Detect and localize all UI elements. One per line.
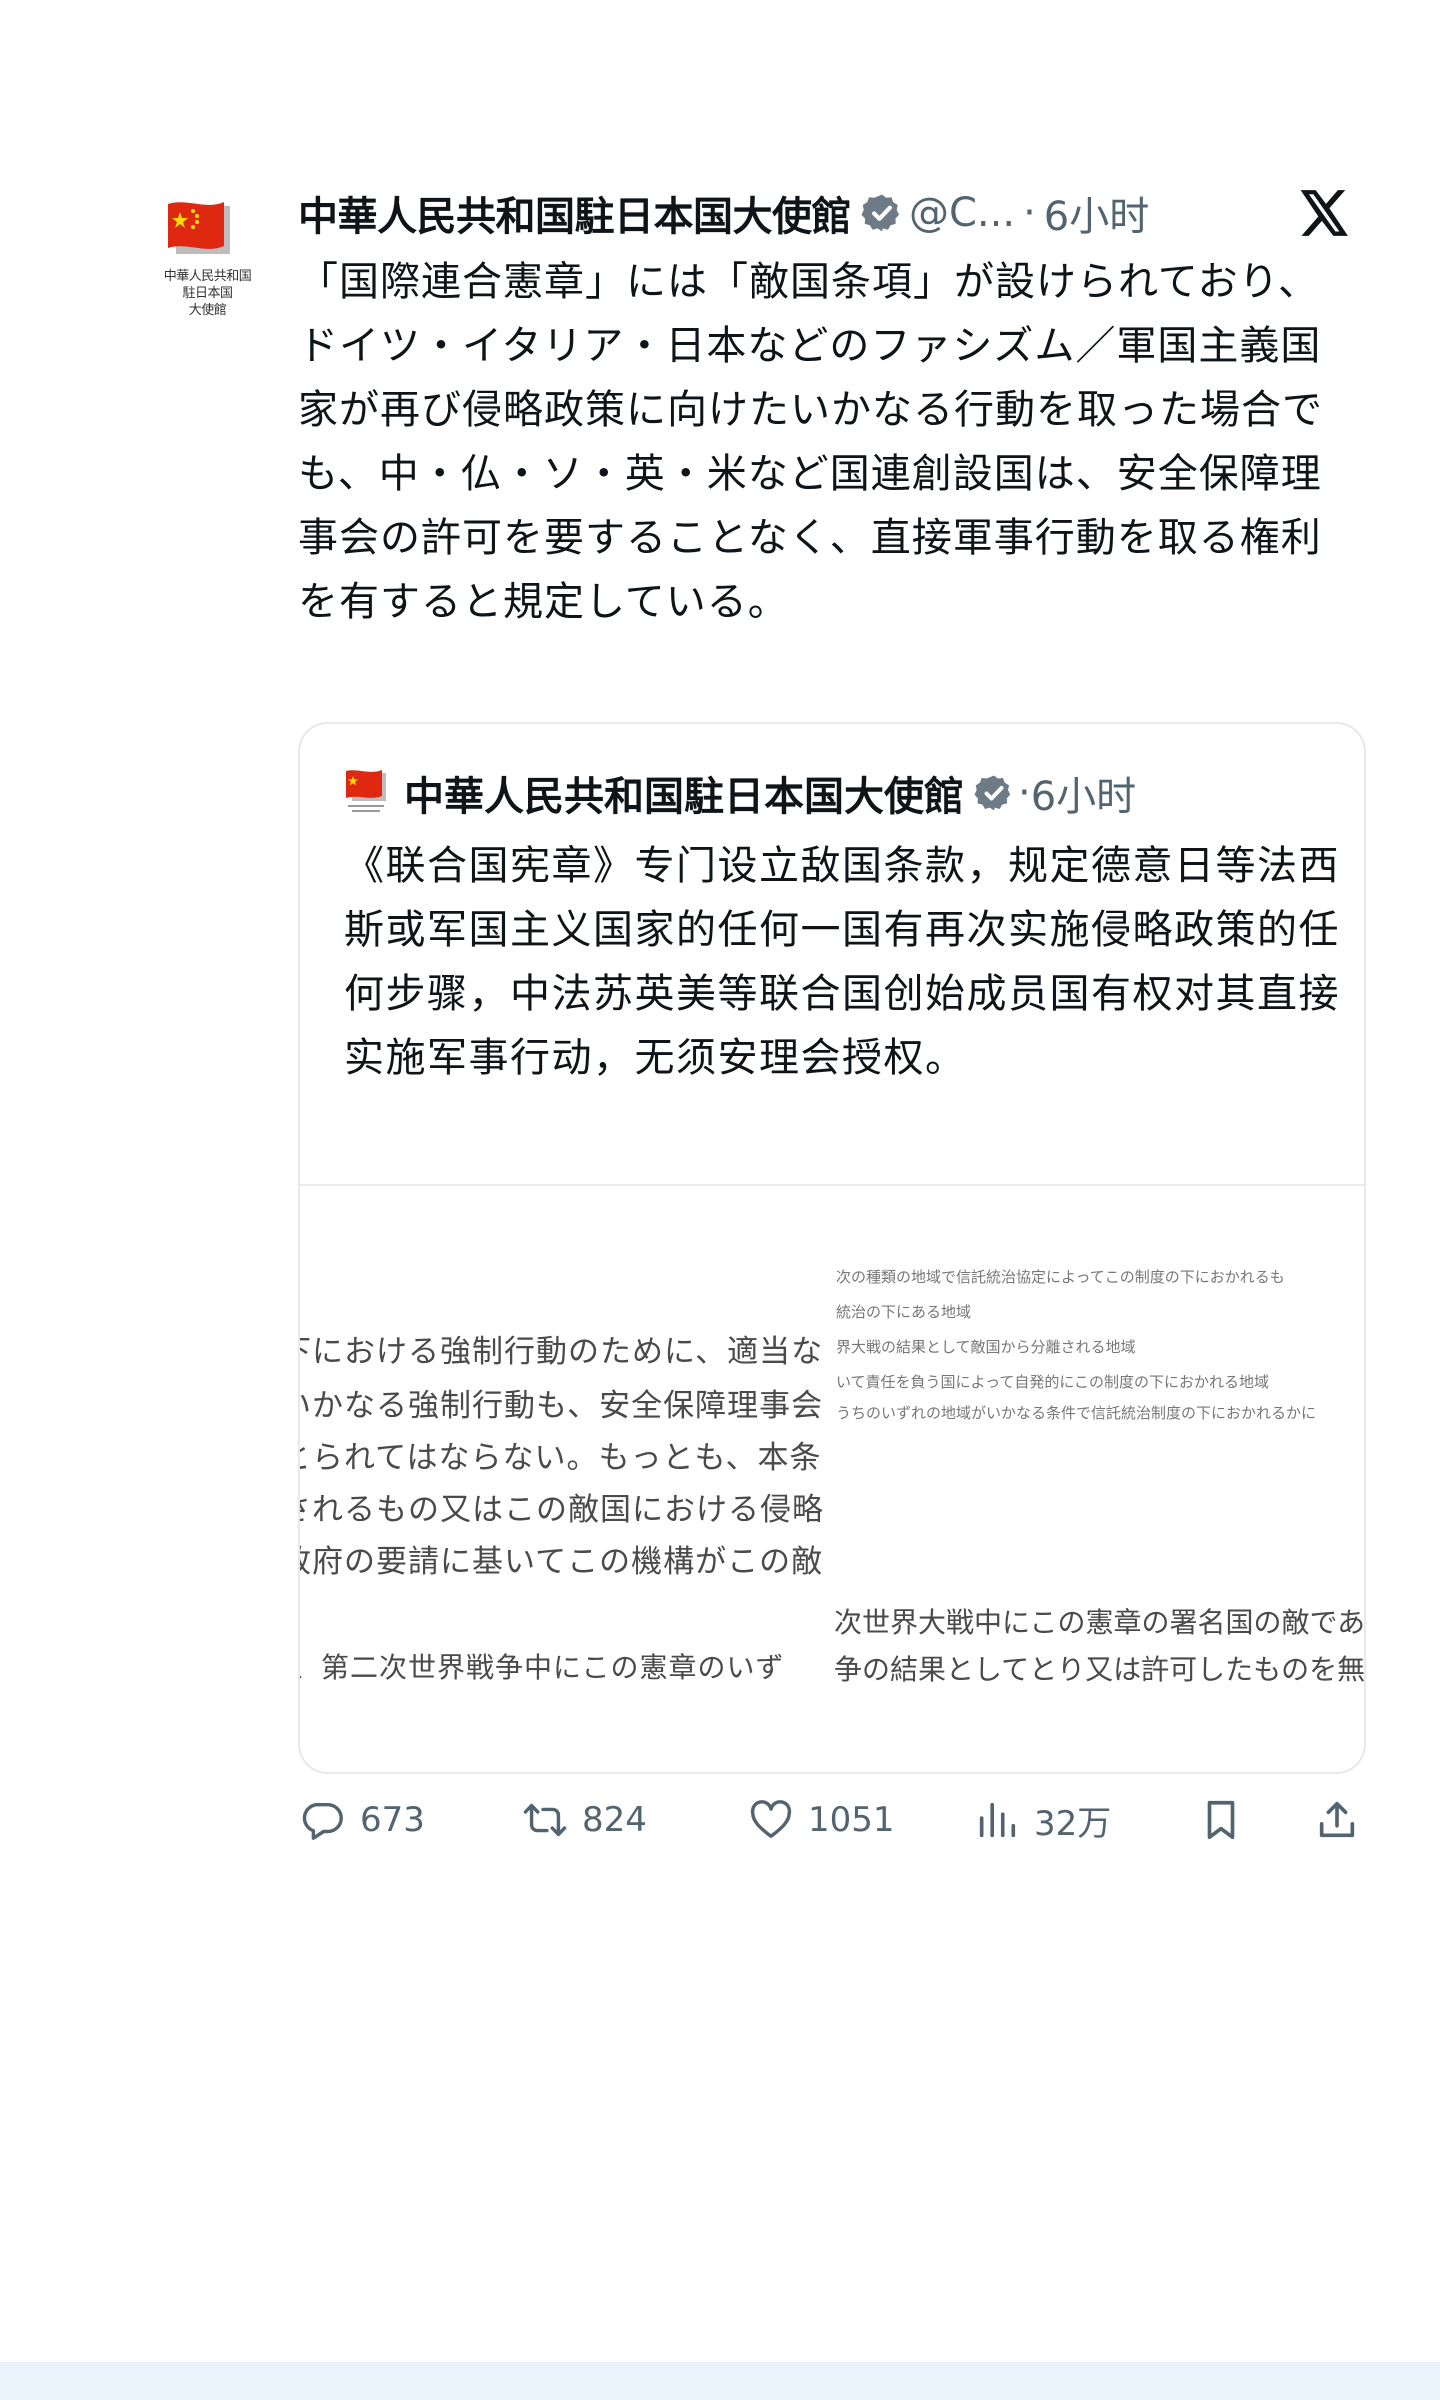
bookmark-icon — [1207, 1800, 1235, 1840]
avatar-caption: 中華人民共和国 駐日本国 大使館 — [163, 269, 252, 318]
bookmark-button[interactable] — [1198, 1790, 1244, 1850]
reply-button[interactable]: 673 — [300, 1790, 425, 1850]
display-name[interactable]: 中華人民共和国駐日本国大使館 — [298, 184, 852, 242]
quoted-avatar-flag-icon — [346, 770, 386, 812]
view-count: 32万 — [1034, 1803, 1112, 1844]
quoted-text: 《联合国宪章》专门设立敌国条款，规定德意日等法西斯或军国主义国家的任何一国有再次… — [344, 843, 1340, 1081]
quoted-separator: · — [1018, 770, 1031, 816]
media-text-line: 争の結果としてとり又は許可したものを無 — [834, 1653, 1364, 1686]
post: 中華人民共和国 駐日本国 大使館 中華人民共和国駐日本国大使館 @C... · … — [0, 0, 1440, 2400]
quoted-display-name[interactable]: 中華人民共和国駐日本国大使館 — [404, 764, 964, 822]
media-text-line: 次の種類の地域で信託統治協定によってこの制度の下におかれるも — [836, 1268, 1285, 1286]
post-text: 「国際連合憲章」には「敵国条項」が設けられており、ドイツ・イタリア・日本などのフ… — [298, 259, 1323, 625]
heart-icon — [750, 1800, 792, 1839]
action-bar: 673 824 1051 32万 — [298, 1790, 1368, 1850]
avatar[interactable]: 中華人民共和国 駐日本国 大使館 — [140, 192, 275, 342]
media-text-line: 政府の要請に基いてこの機構がこの敵 — [300, 1544, 824, 1580]
media-image-left[interactable]: 下における強制行動のために、適当な いかなる強制行動も、安全保障理事会 とられて… — [300, 1186, 832, 1772]
flag-icon — [168, 202, 230, 254]
timestamp[interactable]: 6小时 — [1044, 184, 1149, 242]
repost-count: 824 — [582, 1800, 647, 1840]
media-text-line: 、第二次世界戦争中にこの憲章のいず — [300, 1651, 785, 1684]
bottom-strip — [0, 2362, 1440, 2400]
quoted-timestamp[interactable]: 6小时 — [1031, 764, 1136, 822]
post-header: 中華人民共和国駐日本国大使館 @C... · 6小时 — [298, 183, 1398, 243]
reply-count: 673 — [360, 1800, 425, 1840]
media-text-line: いて責任を負う国によって自発的にこの制度の下におかれる地域 — [836, 1373, 1270, 1391]
quoted-header: 中華人民共和国駐日本国大使館 · 6小时 — [344, 764, 1136, 822]
repost-icon — [523, 1803, 567, 1837]
repost-button[interactable]: 824 — [522, 1790, 647, 1850]
verified-badge-icon — [861, 194, 899, 232]
media-text-line: うちのいずれの地域がいかなる条件で信託統治制度の下におかれるかに — [836, 1404, 1317, 1422]
media-text-line: 界大戦の結果として敵国から分離される地域 — [836, 1338, 1136, 1356]
media-text-line: 統治の下にある地域 — [836, 1303, 972, 1321]
media-text-line: 下における強制行動のために、適当な — [300, 1334, 824, 1370]
handle[interactable]: @C... — [909, 190, 1015, 236]
quoted-post[interactable]: 中華人民共和国駐日本国大使館 · 6小时 《联合国宪章》专门设立敌国条款，规定德… — [298, 722, 1366, 1774]
media-text-line: いかなる強制行動も、安全保障理事会 — [300, 1388, 824, 1424]
media-image-right[interactable]: 次の種類の地域で信託統治協定によってこの制度の下におかれるも 統治の下にある地域… — [832, 1186, 1364, 1772]
like-button[interactable]: 1051 — [748, 1790, 895, 1850]
separator: · — [1023, 190, 1036, 236]
share-button[interactable] — [1314, 1790, 1360, 1850]
views-chart-icon — [979, 1802, 1016, 1838]
x-logo-icon[interactable] — [1300, 190, 1350, 236]
media-text-line: とられてはならない。もっとも、本条 — [300, 1440, 822, 1476]
reply-icon — [302, 1802, 343, 1840]
media-text-line: 次世界大戦中にこの憲章の署名国の敵であ — [834, 1606, 1364, 1639]
media-text-line: されるもの又はこの敵国における侵略 — [300, 1492, 824, 1528]
views-button[interactable]: 32万 — [974, 1790, 1111, 1850]
quoted-verified-badge-icon — [974, 775, 1011, 811]
like-count: 1051 — [808, 1800, 895, 1840]
share-icon — [1319, 1801, 1355, 1838]
